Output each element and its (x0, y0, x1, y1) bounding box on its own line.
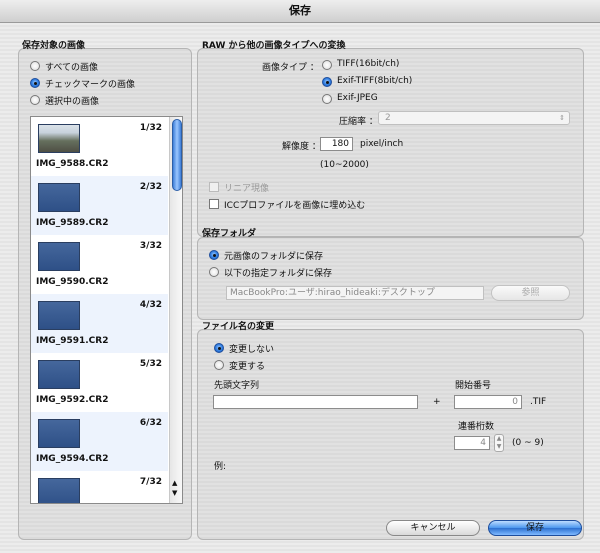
image-thumbnail (38, 301, 80, 330)
list-item[interactable]: 1/32 IMG_9588.CR2 (31, 117, 168, 176)
plus-sign: + (433, 397, 441, 407)
image-list[interactable]: 1/32 IMG_9588.CR2 2/32 IMG_9589.CR2 3/32… (30, 116, 183, 504)
resolution-unit: pixel/inch (360, 139, 404, 149)
digits-range: (0 ~ 9) (512, 438, 544, 448)
extension-label: .TIF (530, 397, 547, 407)
image-name: IMG_9591.CR2 (36, 336, 109, 346)
radio-source-folder[interactable] (209, 250, 219, 260)
radio-tiff16[interactable] (322, 60, 332, 70)
image-name: IMG_9590.CR2 (36, 277, 109, 287)
radio-source-folder-label: 元画像のフォルダに保存 (224, 252, 324, 262)
resolution-label: 解像度 ： (282, 142, 321, 152)
image-thumbnail (38, 183, 80, 212)
list-item[interactable]: 5/32 IMG_9592.CR2 (31, 353, 168, 412)
digits-label: 連番桁数 (458, 422, 495, 432)
example-label: 例: (214, 462, 227, 472)
radio-tiff16-label: TIFF(16bit/ch) (337, 59, 400, 69)
select-arrows-icon: ⇕ (559, 114, 565, 122)
save-button[interactable]: 保存 (488, 520, 582, 536)
radio-exif-tiff[interactable] (322, 77, 332, 87)
compression-label: 圧縮率 ： (339, 117, 378, 127)
compression-value: 2 (385, 113, 391, 123)
radio-selected-images[interactable] (30, 95, 40, 105)
icc-label: ICCプロファイルを画像に埋め込む (224, 201, 366, 211)
radio-no-rename-label: 変更しない (229, 345, 275, 355)
list-item[interactable]: 7/32 (31, 471, 168, 503)
image-name: IMG_9589.CR2 (36, 218, 109, 228)
digits-stepper[interactable]: ▲ ▼ (494, 434, 504, 452)
list-item[interactable]: 3/32 IMG_9590.CR2 (31, 235, 168, 294)
image-type-label: 画像タイプ ： (262, 63, 319, 73)
scroll-up-arrow-icon[interactable]: ▲ (172, 479, 177, 487)
cancel-button[interactable]: キャンセル (386, 520, 480, 536)
prefix-input[interactable] (213, 395, 418, 409)
radio-rename-label: 変更する (229, 362, 266, 372)
image-counter: 2/32 (139, 182, 162, 192)
radio-exif-jpeg[interactable] (322, 94, 332, 104)
digits-input[interactable]: 4 (454, 436, 490, 450)
folder-path-input[interactable]: MacBookPro:ユーザ:hirao_hideaki:デスクトップ (226, 286, 484, 300)
radio-rename[interactable] (214, 360, 224, 370)
resolution-range: (10~2000) (320, 160, 369, 170)
linear-label: リニア現像 (224, 184, 270, 194)
scroll-down-arrow-icon[interactable]: ▼ (172, 489, 177, 497)
image-counter: 7/32 (139, 477, 162, 487)
image-thumbnail (38, 478, 80, 503)
radio-exif-jpeg-label: Exif-JPEG (337, 93, 378, 103)
image-thumbnail (38, 419, 80, 448)
radio-all-images-label: すべての画像 (45, 63, 99, 73)
browse-button[interactable]: 参照 (491, 285, 570, 301)
rename-title: ファイル名の変更 (202, 322, 275, 332)
prefix-label: 先頭文字列 (214, 381, 260, 391)
start-number-input[interactable]: 0 (454, 395, 522, 409)
window-title: 保存 (0, 0, 600, 23)
save-dialog: 保存対象の画像 すべての画像 チェックマークの画像 選択中の画像 1/32 IM… (0, 23, 600, 553)
image-name: IMG_9594.CR2 (36, 454, 109, 464)
linear-checkbox[interactable] (209, 182, 219, 192)
radio-selected-images-label: 選択中の画像 (45, 97, 100, 107)
image-counter: 4/32 (139, 300, 162, 310)
image-thumbnail (38, 360, 80, 389)
image-counter: 5/32 (139, 359, 162, 369)
list-item[interactable]: 4/32 IMG_9591.CR2 (31, 294, 168, 353)
radio-custom-folder-label: 以下の指定フォルダに保存 (224, 269, 333, 279)
radio-all-images[interactable] (30, 61, 40, 71)
image-thumbnail (38, 242, 80, 271)
radio-checked-images[interactable] (30, 78, 40, 88)
list-item[interactable]: 2/32 IMG_9589.CR2 (31, 176, 168, 235)
radio-checked-images-label: チェックマークの画像 (45, 80, 136, 90)
radio-custom-folder[interactable] (209, 267, 219, 277)
list-item[interactable]: 6/32 IMG_9594.CR2 (31, 412, 168, 471)
image-thumbnail (38, 124, 80, 153)
scrollbar-thumb[interactable] (172, 119, 182, 191)
image-counter: 3/32 (139, 241, 162, 251)
targets-title: 保存対象の画像 (22, 41, 86, 51)
resolution-input[interactable]: 180 (320, 137, 353, 151)
compression-select[interactable]: 2 ⇕ (378, 111, 570, 125)
image-counter: 1/32 (139, 123, 162, 133)
folder-title: 保存フォルダ (202, 229, 257, 239)
image-name: IMG_9592.CR2 (36, 395, 109, 405)
image-list-scrollbar[interactable]: ▲ ▼ (169, 117, 182, 503)
icc-checkbox[interactable] (209, 199, 219, 209)
image-counter: 6/32 (139, 418, 162, 428)
radio-exif-tiff-label: Exif-TIFF(8bit/ch) (337, 76, 413, 86)
radio-no-rename[interactable] (214, 343, 224, 353)
conversion-title: RAW から他の画像タイプへの変換 (202, 41, 346, 51)
start-number-label: 開始番号 (455, 381, 492, 391)
image-name: IMG_9588.CR2 (36, 159, 109, 169)
